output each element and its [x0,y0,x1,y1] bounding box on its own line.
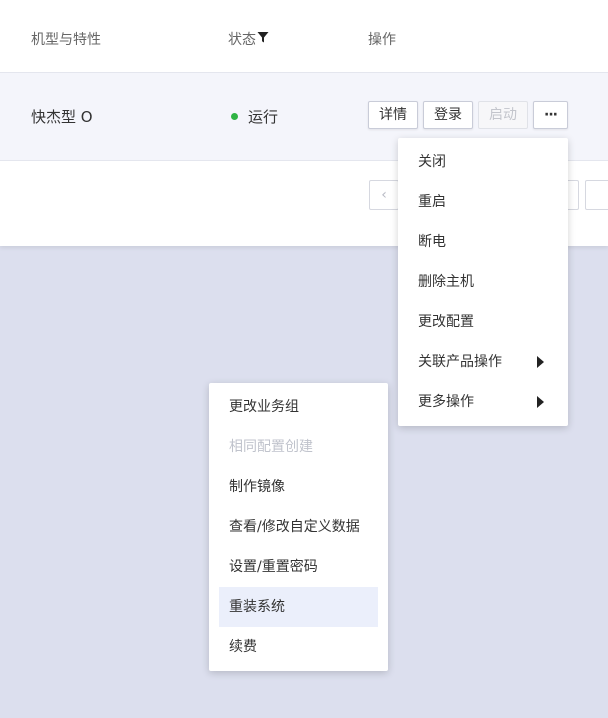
menu-item-related-products-label: 关联产品操作 [418,354,502,370]
menu-item-delete-host[interactable]: 删除主机 [408,262,558,302]
status-label: 运行 [248,108,279,126]
start-button[interactable]: 启动 [478,101,528,129]
menu-item-more-operations[interactable]: 更多操作 [408,382,558,422]
menu-item-create-image[interactable]: 制作镜像 [219,467,378,507]
menu-item-reset-password[interactable]: 设置/重置密码 [219,547,378,587]
column-header-status: 状态 [228,29,269,49]
column-header-status-label: 状态 [228,32,256,48]
status-running-dot [231,113,238,120]
menu-item-change-config[interactable]: 更改配置 [408,302,558,342]
menu-item-reinstall-system[interactable]: 重装系统 [219,587,378,627]
table-header: 机型与特性 状态 操作 [0,0,608,73]
menu-item-related-products[interactable]: 关联产品操作 [408,342,558,382]
menu-item-renew[interactable]: 续费 [219,627,378,667]
menu-item-change-business-group[interactable]: 更改业务组 [219,387,378,427]
menu-item-power-off[interactable]: 断电 [408,222,558,262]
menu-item-restart[interactable]: 重启 [408,182,558,222]
pagination-button[interactable] [585,180,608,210]
menu-item-more-operations-label: 更多操作 [418,394,474,410]
menu-item-shutdown[interactable]: 关闭 [408,142,558,182]
instance-status: 运行 [231,106,278,127]
more-operations-submenu: 更改业务组 相同配置创建 制作镜像 查看/修改自定义数据 设置/重置密码 重装系… [209,383,388,671]
more-actions-dropdown: 关闭 重启 断电 删除主机 更改配置 关联产品操作 更多操作 [398,138,568,426]
pagination-prev-button[interactable]: ‹ [369,180,399,210]
column-header-actions: 操作 [368,32,396,48]
column-header-type: 机型与特性 [31,32,101,48]
login-button[interactable]: 登录 [423,101,473,129]
more-actions-button[interactable]: ··· [533,101,568,129]
instance-type: 快杰型 O [31,108,93,126]
submenu-arrow-icon [537,356,544,368]
filter-icon[interactable] [257,31,269,47]
menu-item-create-same-config[interactable]: 相同配置创建 [219,427,378,467]
menu-item-custom-data[interactable]: 查看/修改自定义数据 [219,507,378,547]
submenu-arrow-icon [537,396,544,408]
detail-button[interactable]: 详情 [368,101,418,129]
